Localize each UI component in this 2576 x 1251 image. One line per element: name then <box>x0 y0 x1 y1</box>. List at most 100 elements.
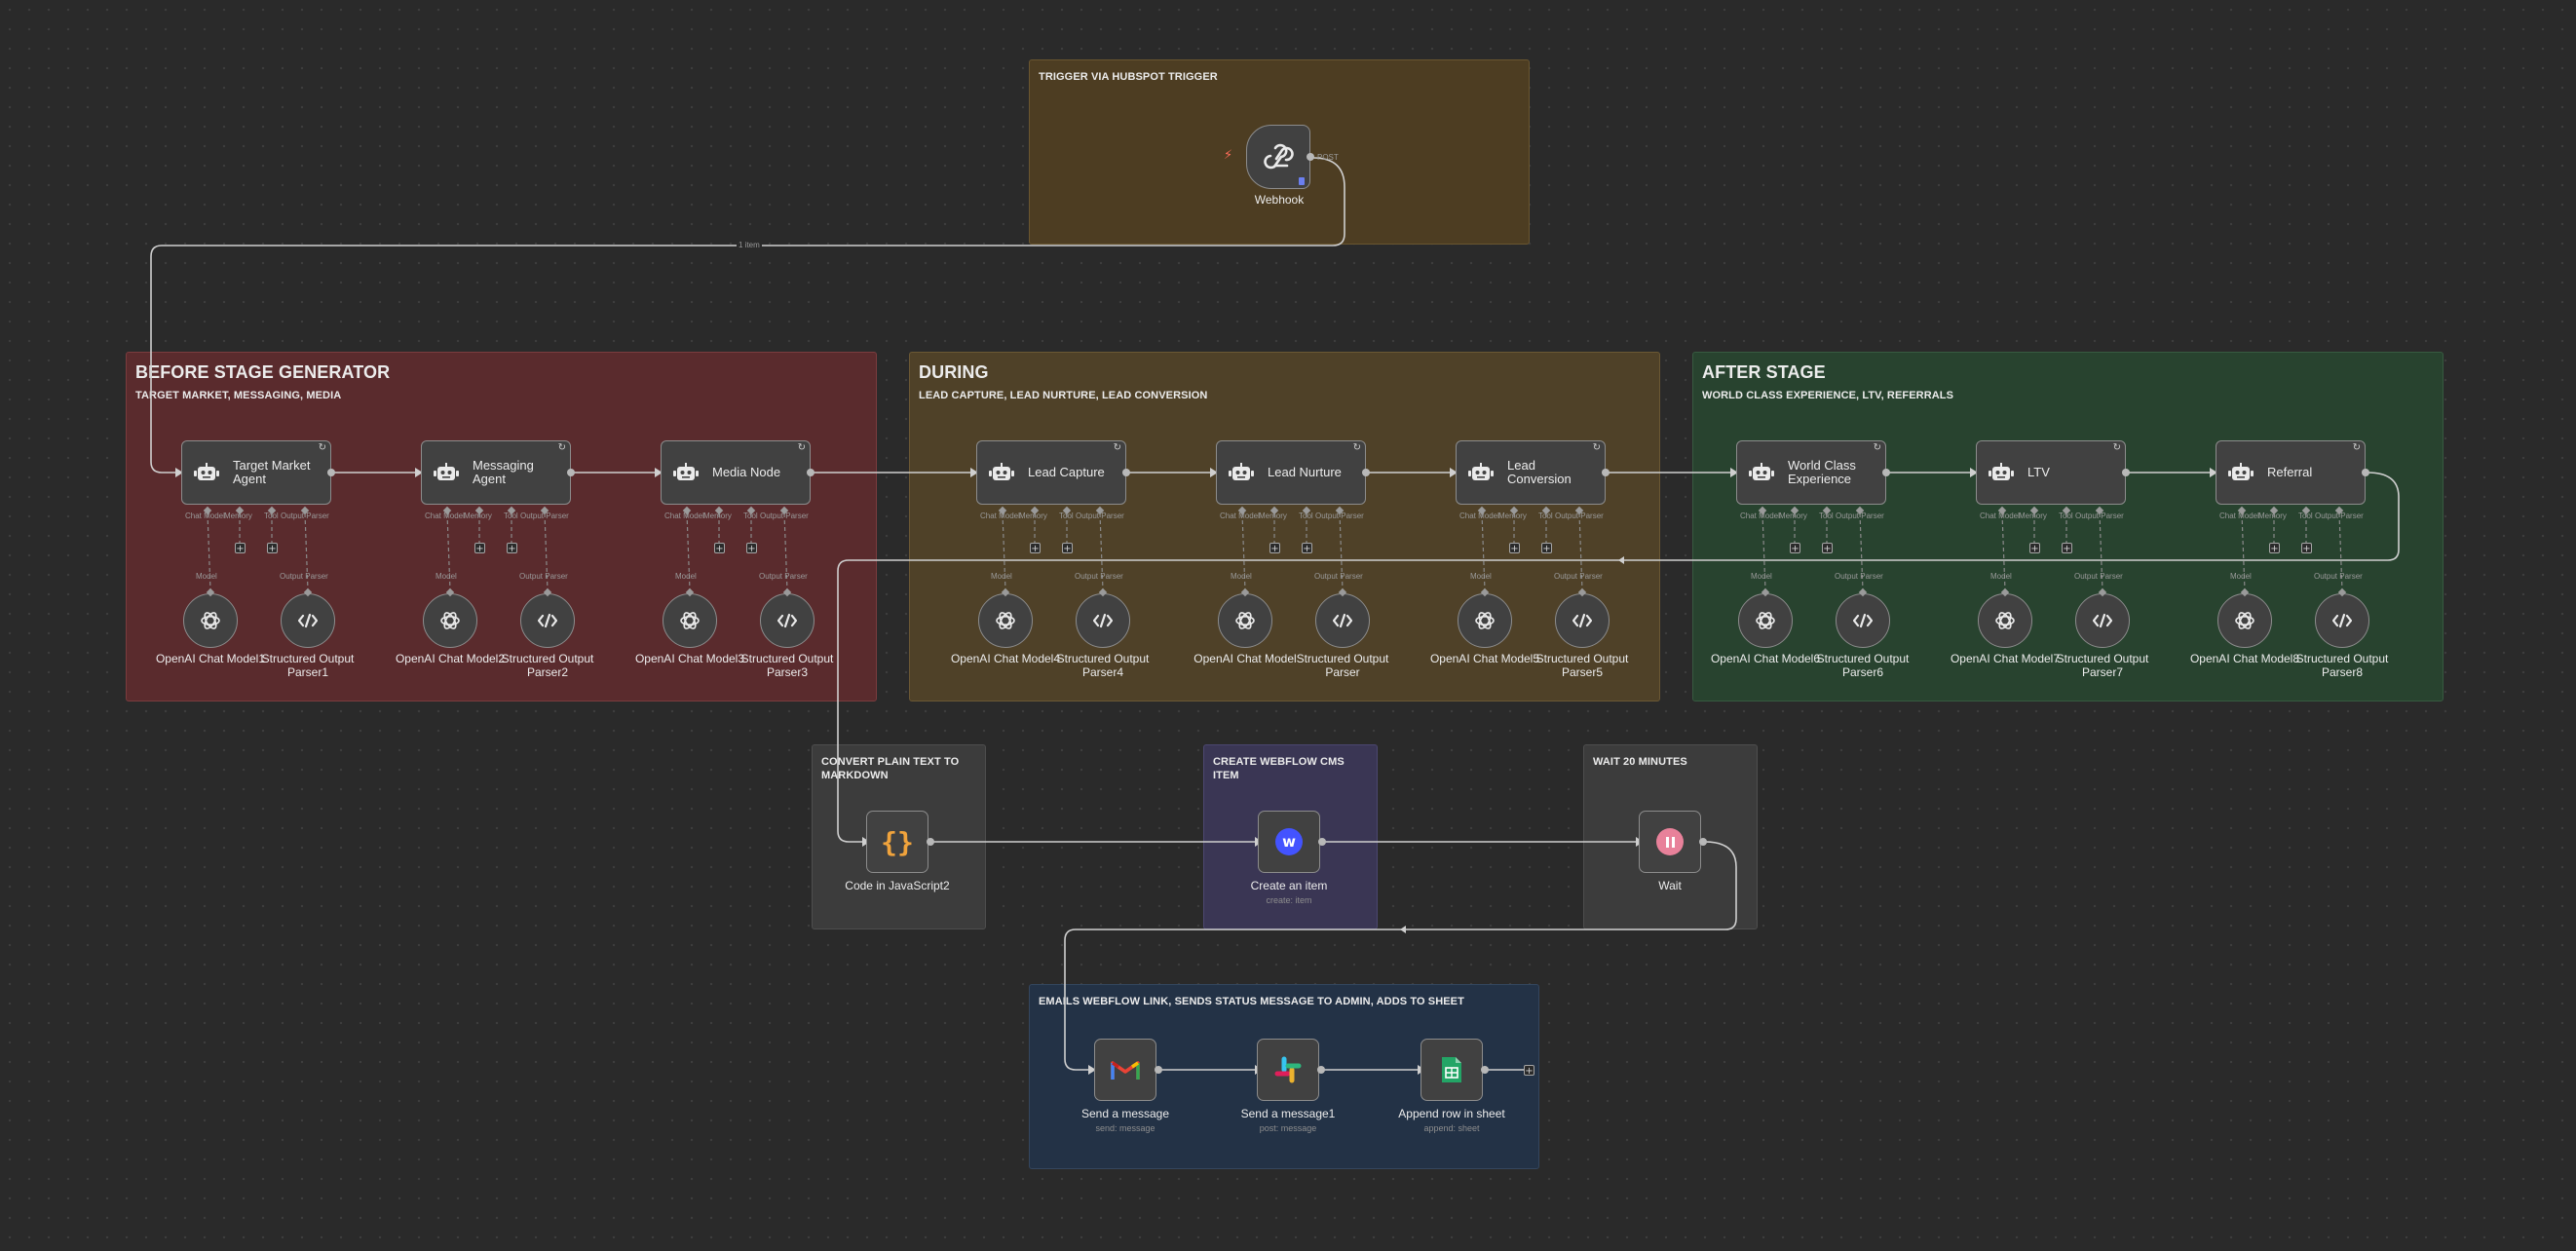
sticky-before-title: BEFORE STAGE GENERATOR <box>135 362 391 382</box>
sheets-add-next-node-button[interactable]: + <box>1524 1065 1534 1077</box>
add-subnode-button[interactable]: + <box>1790 543 1800 554</box>
openai-chat-model-node[interactable] <box>663 593 717 648</box>
agent-label: LTV <box>2027 465 2050 479</box>
add-subnode-button[interactable]: + <box>1062 543 1073 554</box>
add-subnode-button[interactable]: + <box>267 543 278 554</box>
slack-send-node[interactable] <box>1257 1039 1319 1101</box>
agent-subport-label: Memory <box>224 512 252 520</box>
structured-output-parser-node[interactable] <box>760 593 814 648</box>
add-subnode-button[interactable]: + <box>1509 543 1520 554</box>
code-icon <box>298 613 318 628</box>
structured-output-parser-node[interactable] <box>281 593 335 648</box>
agent-output-port[interactable] <box>567 469 575 476</box>
add-subnode-button[interactable]: + <box>2269 543 2280 554</box>
add-subnode-button[interactable]: + <box>1030 543 1041 554</box>
slack-output-port[interactable] <box>1317 1066 1325 1074</box>
add-subnode-button[interactable]: + <box>1822 543 1833 554</box>
gmail-send-node[interactable] <box>1094 1039 1156 1101</box>
add-subnode-button[interactable]: + <box>474 543 485 554</box>
agent-subport-label: Tool <box>504 512 518 520</box>
openai-chat-model-node[interactable] <box>1978 593 2032 648</box>
sheets-append-node[interactable] <box>1421 1039 1483 1101</box>
openai-chat-model-node[interactable] <box>183 593 238 648</box>
code-icon <box>777 613 797 628</box>
sticky-after-stage[interactable]: AFTER STAGE WORLD CLASS EXPERIENCE, LTV,… <box>1692 352 2443 701</box>
webflow-create-item-node[interactable]: w <box>1258 811 1320 873</box>
add-subnode-button[interactable]: + <box>1541 543 1552 554</box>
agent-node[interactable]: Lead Capture ↻ <box>976 440 1126 505</box>
add-subnode-button[interactable]: + <box>714 543 725 554</box>
openai-chat-model-node[interactable] <box>978 593 1033 648</box>
agent-label: Referral <box>2267 465 2313 479</box>
openai-chat-model-node[interactable] <box>423 593 477 648</box>
sticky-during-title: DURING <box>919 362 989 382</box>
agent-node[interactable]: Lead Conversion ↻ <box>1456 440 1606 505</box>
agent-output-port[interactable] <box>327 469 335 476</box>
output-parser-port-label: Output Parser <box>2074 572 2123 581</box>
agent-output-port[interactable] <box>2362 469 2369 476</box>
add-subnode-button[interactable]: + <box>2301 543 2312 554</box>
openai-chat-model-node[interactable] <box>1738 593 1793 648</box>
add-subnode-button[interactable]: + <box>1302 543 1312 554</box>
add-subnode-button[interactable]: + <box>746 543 757 554</box>
sticky-wait-title: WAIT 20 MINUTES <box>1593 756 1687 768</box>
agent-output-port[interactable] <box>1602 469 1610 476</box>
agent-output-port[interactable] <box>1882 469 1890 476</box>
agent-node[interactable]: Messaging Agent ↻ <box>421 440 571 505</box>
wait-output-port[interactable] <box>1699 838 1707 846</box>
model-port-label: Model <box>675 572 697 581</box>
add-subnode-button[interactable]: + <box>1269 543 1280 554</box>
structured-output-parser-node[interactable] <box>1076 593 1130 648</box>
structured-output-parser-node[interactable] <box>520 593 575 648</box>
sticky-emails-title: EMAILS WEBFLOW LINK, SENDS STATUS MESSAG… <box>1039 996 1464 1007</box>
gmail-output-port[interactable] <box>1155 1066 1162 1074</box>
agent-node[interactable]: Lead Nurture ↻ <box>1216 440 1366 505</box>
agent-node[interactable]: Media Node ↻ <box>661 440 811 505</box>
agent-subport-label: Output Parser <box>1836 512 1884 520</box>
structured-output-parser-node[interactable] <box>2315 593 2369 648</box>
openai-chat-model-node[interactable] <box>2217 593 2272 648</box>
openai-chat-model-node[interactable] <box>1218 593 1272 648</box>
robot-icon <box>434 463 459 482</box>
code-icon <box>1853 613 1873 628</box>
sheets-output-port[interactable] <box>1481 1066 1489 1074</box>
wait-node-label: Wait <box>1658 879 1682 892</box>
agent-output-port[interactable] <box>2122 469 2130 476</box>
structured-output-parser-node[interactable] <box>1555 593 1610 648</box>
sticky-during[interactable]: DURING LEAD CAPTURE, LEAD NURTURE, LEAD … <box>909 352 1660 701</box>
agent-subport-label: Memory <box>2019 512 2047 520</box>
code-javascript-node[interactable]: {} <box>866 811 928 873</box>
webhook-output-port[interactable] <box>1307 153 1314 161</box>
openai-chat-model-node[interactable] <box>1458 593 1512 648</box>
add-subnode-button[interactable]: + <box>2062 543 2072 554</box>
agent-node[interactable]: Referral ↻ <box>2216 440 2366 505</box>
webflow-icon: w <box>1275 828 1303 855</box>
agent-node[interactable]: World Class Experience ↻ <box>1736 440 1886 505</box>
robot-icon <box>194 463 219 482</box>
agent-subport-label: Output Parser <box>2315 512 2364 520</box>
sticky-before-stage[interactable]: BEFORE STAGE GENERATOR TARGET MARKET, ME… <box>126 352 877 701</box>
code-output-port[interactable] <box>927 838 934 846</box>
webflow-node-subtitle: create: item <box>1266 895 1312 905</box>
agent-subport-label: Output Parser <box>520 512 569 520</box>
webflow-output-port[interactable] <box>1318 838 1326 846</box>
agent-output-port[interactable] <box>1362 469 1370 476</box>
agent-output-port[interactable] <box>1122 469 1130 476</box>
add-subnode-button[interactable]: + <box>2029 543 2040 554</box>
output-parser-port-label: Output Parser <box>1314 572 1363 581</box>
structured-output-parser-node[interactable] <box>1836 593 1890 648</box>
agent-node[interactable]: LTV ↻ <box>1976 440 2126 505</box>
sticky-before-subtitle: TARGET MARKET, MESSAGING, MEDIA <box>135 390 342 401</box>
agent-subport-label: Chat Model <box>1220 512 1260 520</box>
structured-output-parser-node[interactable] <box>1315 593 1370 648</box>
agent-subport-label: Memory <box>1498 512 1527 520</box>
webhook-node[interactable] <box>1246 125 1310 189</box>
agent-output-port[interactable] <box>807 469 814 476</box>
wait-node[interactable] <box>1639 811 1701 873</box>
add-subnode-button[interactable]: + <box>507 543 517 554</box>
add-subnode-button[interactable]: + <box>235 543 246 554</box>
refresh-icon: ↻ <box>1352 442 1361 453</box>
agent-subport-label: Output Parser <box>760 512 809 520</box>
structured-output-parser-node[interactable] <box>2075 593 2130 648</box>
agent-node[interactable]: Target Market Agent ↻ <box>181 440 331 505</box>
